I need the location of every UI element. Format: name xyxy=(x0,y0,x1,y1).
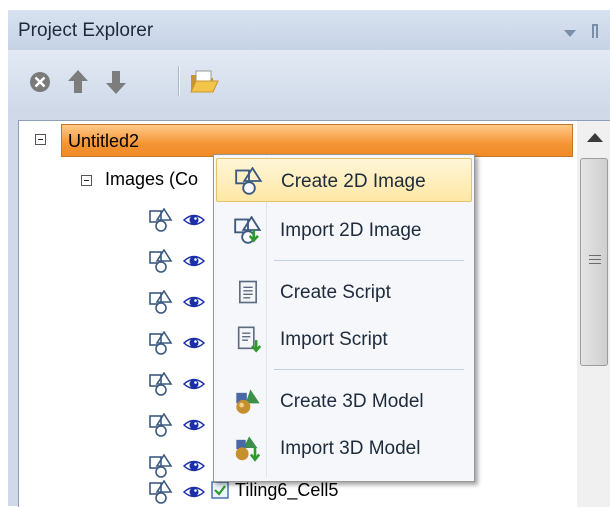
close-circle-icon xyxy=(30,72,50,92)
image-2d-icon xyxy=(149,208,172,232)
grip-line xyxy=(589,255,601,256)
image-2d-icon xyxy=(149,480,172,504)
move-down-button[interactable] xyxy=(102,64,136,98)
image-2d-icon xyxy=(149,413,172,437)
menu-item-import-3d-model[interactable]: Import 3D Model xyxy=(216,426,472,470)
context-menu: Create 2D Image Import 2D Image Create S… xyxy=(213,154,475,482)
import-script-icon xyxy=(237,326,262,353)
root-collapse-toggle[interactable] xyxy=(35,134,46,145)
menu-separator xyxy=(274,260,464,261)
menu-item-import-2d-image[interactable]: Import 2D Image xyxy=(216,208,472,252)
menu-item-label: Create Script xyxy=(280,282,391,303)
visibility-eye-icon[interactable] xyxy=(183,335,205,351)
tiling-node-label: Tiling6_Cell5 xyxy=(235,480,339,500)
create-2d-image-icon xyxy=(235,167,262,195)
visibility-eye-icon[interactable] xyxy=(183,484,205,500)
menu-item-label: Create 2D Image xyxy=(281,171,426,192)
tree-node-images[interactable]: Images (Co xyxy=(105,169,198,190)
menu-item-label: Create 3D Model xyxy=(280,391,424,412)
import-2d-image-icon xyxy=(234,216,261,244)
images-collapse-toggle[interactable] xyxy=(81,175,92,186)
toolbar-separator xyxy=(178,66,180,96)
vertical-scrollbar[interactable] xyxy=(577,121,610,507)
image-2d-icon xyxy=(149,331,172,355)
root-label: Untitled2 xyxy=(68,131,140,151)
visibility-eye-icon[interactable] xyxy=(183,212,205,228)
menu-item-create-2d-image[interactable]: Create 2D Image xyxy=(216,158,472,202)
image-2d-icon xyxy=(149,372,172,396)
menu-item-label: Import 2D Image xyxy=(280,220,422,241)
visibility-eye-icon[interactable] xyxy=(183,458,205,474)
import-3d-model-icon xyxy=(235,436,261,462)
menu-item-label: Import 3D Model xyxy=(280,438,421,459)
image-2d-icon xyxy=(149,290,172,314)
checkbox-icon[interactable] xyxy=(211,481,229,499)
toolbar xyxy=(8,50,610,110)
arrow-up-icon xyxy=(68,70,88,93)
open-button[interactable] xyxy=(188,64,222,98)
pin-icon[interactable] xyxy=(592,24,598,38)
menu-item-create-3d-model[interactable]: Create 3D Model xyxy=(216,379,472,423)
visibility-eye-icon[interactable] xyxy=(183,376,205,392)
script-icon xyxy=(239,280,257,304)
menu-item-import-script[interactable]: Import Script xyxy=(216,317,472,361)
menu-item-create-script[interactable]: Create Script xyxy=(216,270,472,314)
move-up-button[interactable] xyxy=(64,64,98,98)
tree-node-root[interactable]: Untitled2 xyxy=(61,124,573,157)
image-2d-icon xyxy=(149,454,172,478)
folder-open-icon xyxy=(190,70,219,93)
create-3d-model-icon xyxy=(236,389,260,414)
panel-titlebar: Project Explorer xyxy=(8,10,610,50)
grip-line xyxy=(589,259,601,260)
panel-title: Project Explorer xyxy=(18,20,154,41)
dropdown-arrow-icon[interactable] xyxy=(564,30,576,37)
visibility-eye-icon[interactable] xyxy=(183,294,205,310)
delete-button[interactable] xyxy=(26,64,60,98)
arrow-down-icon xyxy=(106,71,126,94)
grip-line xyxy=(589,263,601,264)
visibility-eye-icon[interactable] xyxy=(183,253,205,269)
image-2d-icon xyxy=(149,249,172,273)
scrollbar-thumb[interactable] xyxy=(580,158,608,366)
visibility-eye-icon[interactable] xyxy=(183,417,205,433)
scroll-up-arrow-icon[interactable] xyxy=(587,133,603,142)
menu-item-label: Import Script xyxy=(280,329,388,350)
menu-separator xyxy=(274,369,464,370)
